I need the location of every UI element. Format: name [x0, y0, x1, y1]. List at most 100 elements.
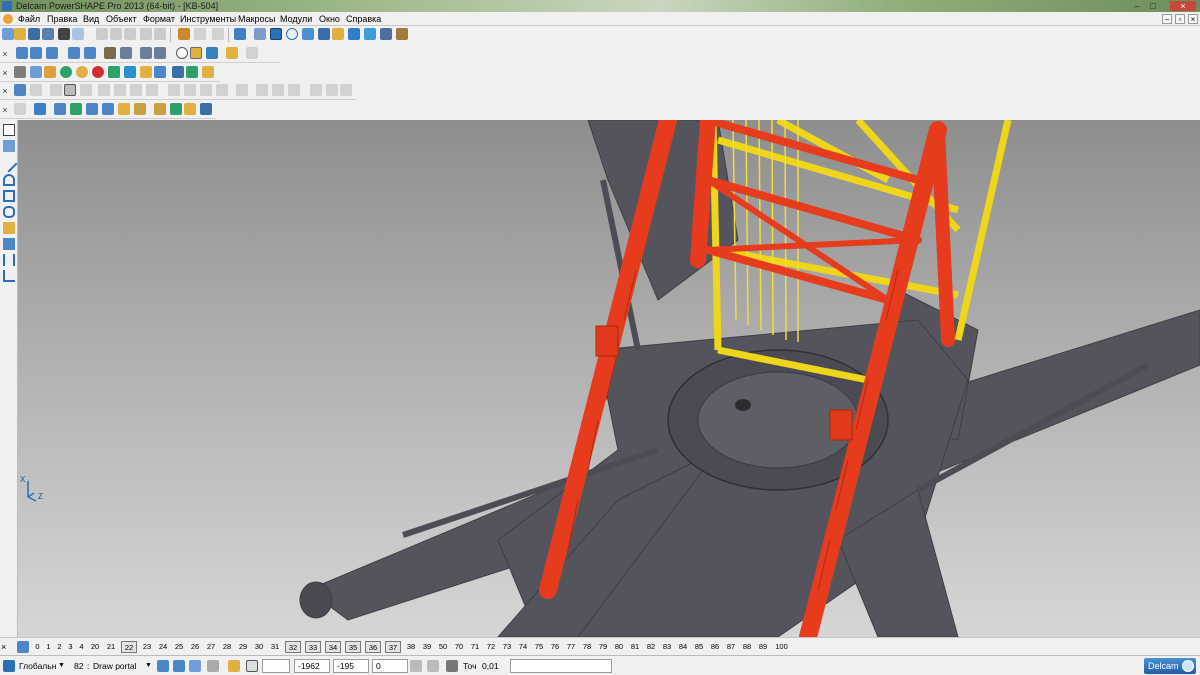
toolbar-close-icon[interactable]: × [1, 85, 9, 97]
draft-icon[interactable] [170, 103, 182, 115]
solid-shape-icon[interactable] [3, 222, 15, 234]
select-icon[interactable] [3, 124, 15, 136]
workplane-status-icon[interactable] [3, 660, 15, 672]
workplane-dropdown-icon[interactable]: ▼ [58, 659, 65, 673]
offset-icon[interactable] [146, 84, 158, 96]
level-1[interactable]: 1 [45, 641, 52, 653]
minimize-button[interactable]: – [1130, 1, 1144, 11]
level-4[interactable]: 4 [78, 641, 85, 653]
info-icon[interactable] [172, 66, 184, 78]
save-icon[interactable] [28, 28, 40, 40]
join-icon[interactable] [200, 84, 212, 96]
menu-modules[interactable]: Модули [280, 12, 312, 26]
tolerance-value[interactable]: 0,01 [482, 659, 499, 673]
render-icon[interactable] [380, 28, 392, 40]
select-by-name-icon[interactable] [234, 28, 246, 40]
unwrap-icon[interactable] [340, 84, 352, 96]
split-icon[interactable] [184, 84, 196, 96]
wrap-icon[interactable] [326, 84, 338, 96]
level-20[interactable]: 20 [89, 641, 101, 653]
level-80[interactable]: 80 [613, 641, 625, 653]
view-iso1-icon[interactable] [16, 47, 28, 59]
zoom-icon[interactable] [120, 47, 132, 59]
mdi-restore-button[interactable]: ▫ [1175, 14, 1185, 24]
hole-icon[interactable] [86, 103, 98, 115]
level-88[interactable]: 88 [741, 641, 753, 653]
solid-icon[interactable] [14, 103, 26, 115]
calculator-status-icon[interactable] [427, 660, 439, 672]
level-89[interactable]: 89 [757, 641, 769, 653]
menu-view[interactable]: Вид [83, 12, 99, 26]
close-button[interactable]: × [1170, 1, 1196, 11]
text-icon[interactable] [318, 28, 330, 40]
3d-viewport[interactable] [18, 120, 1200, 637]
menu-object[interactable]: Объект [106, 12, 137, 26]
level-76[interactable]: 76 [549, 641, 561, 653]
level-24[interactable]: 24 [157, 641, 169, 653]
import-icon[interactable] [72, 28, 84, 40]
lasso-icon[interactable] [302, 28, 314, 40]
transfer-icon[interactable] [202, 66, 214, 78]
zoom-out-icon[interactable] [154, 47, 166, 59]
mdi-minimize-button[interactable]: – [1162, 14, 1172, 24]
wire-view-icon[interactable] [206, 47, 218, 59]
level-27[interactable]: 27 [205, 641, 217, 653]
menu-window[interactable]: Окно [319, 12, 340, 26]
dimension-icon[interactable] [3, 254, 15, 266]
level-75[interactable]: 75 [533, 641, 545, 653]
view-front-icon[interactable] [84, 47, 96, 59]
maximize-button[interactable]: □ [1146, 1, 1160, 11]
red-sphere-icon[interactable] [92, 66, 104, 78]
fillet-solid-icon[interactable] [184, 103, 196, 115]
level-73[interactable]: 73 [501, 641, 513, 653]
snap-icon[interactable] [228, 660, 240, 672]
level-21[interactable]: 21 [105, 641, 117, 653]
selection-arrow-icon[interactable] [270, 28, 282, 40]
cut-solid-icon[interactable] [154, 103, 166, 115]
level-3[interactable]: 3 [67, 641, 74, 653]
print-icon[interactable] [58, 28, 70, 40]
level-83[interactable]: 83 [661, 641, 673, 653]
level-29[interactable]: 29 [237, 641, 249, 653]
level-28[interactable]: 28 [221, 641, 233, 653]
level-81[interactable]: 81 [629, 641, 641, 653]
mdi-close-button[interactable]: × [1188, 14, 1198, 24]
selection-filter2-icon[interactable] [173, 660, 185, 672]
selection-filter-icon[interactable] [157, 660, 169, 672]
level-34[interactable]: 34 [325, 641, 341, 653]
trim-icon[interactable] [168, 84, 180, 96]
save-as-icon[interactable] [42, 28, 54, 40]
blank-field[interactable] [262, 659, 290, 673]
level-32[interactable]: 32 [285, 641, 301, 653]
wireframe-icon[interactable] [364, 28, 376, 40]
rotate-view-icon[interactable] [104, 47, 116, 59]
coord-mode-icon[interactable] [410, 660, 422, 672]
level-35[interactable]: 35 [345, 641, 361, 653]
workplane-value[interactable]: Глобальн [19, 659, 56, 673]
model-view[interactable] [18, 120, 1200, 637]
polygon-icon[interactable] [3, 206, 15, 218]
coord-x-field[interactable]: -1962 [294, 659, 330, 673]
workplane-icon[interactable] [3, 140, 15, 152]
redo-icon[interactable] [194, 28, 206, 40]
level-82[interactable]: 82 [645, 641, 657, 653]
section-icon[interactable] [246, 47, 258, 59]
toolbar-close-icon[interactable]: × [1, 104, 9, 116]
level-26[interactable]: 26 [189, 641, 201, 653]
command-field[interactable] [510, 659, 612, 673]
pen-icon[interactable] [44, 66, 56, 78]
level-2[interactable]: 2 [56, 641, 63, 653]
level-38[interactable]: 38 [405, 641, 417, 653]
grid-icon[interactable] [246, 660, 258, 672]
zoom-in-icon[interactable] [140, 47, 152, 59]
scale-surface-icon[interactable] [288, 84, 300, 96]
curve-icon[interactable] [34, 103, 46, 115]
menu-tools[interactable]: Инструменты [180, 12, 236, 26]
level-84[interactable]: 84 [677, 641, 689, 653]
level-31[interactable]: 31 [269, 641, 281, 653]
fillet-icon[interactable] [50, 84, 62, 96]
play-icon[interactable] [108, 66, 120, 78]
fit-view-icon[interactable] [176, 47, 188, 59]
morph-icon[interactable] [310, 84, 322, 96]
copy-surface-icon[interactable] [256, 84, 268, 96]
